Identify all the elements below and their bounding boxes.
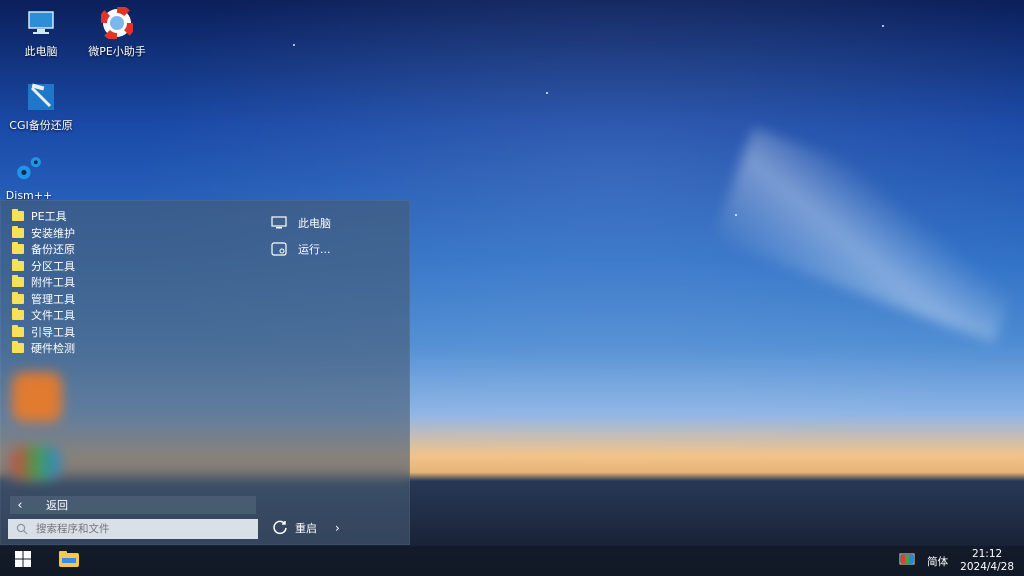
folder-label: 分区工具	[31, 259, 75, 273]
blurred-tile	[12, 446, 60, 480]
file-explorer-button[interactable]	[46, 546, 92, 576]
folder-label: PE工具	[31, 210, 67, 224]
folder-label: 备份还原	[31, 243, 75, 257]
desktop-icon-label: CGI备份还原	[9, 119, 73, 132]
folder-icon	[12, 291, 24, 304]
network-status-icon[interactable]	[899, 553, 915, 570]
folder-item-pe-tools[interactable]: PE工具	[12, 208, 75, 225]
desktop-icon-label: 此电脑	[24, 45, 58, 58]
desktop-icon-pe-helper[interactable]: 微PE小助手	[76, 6, 158, 59]
chevron-right-icon[interactable]: ›	[335, 521, 340, 535]
folder-icon	[12, 258, 24, 271]
start-menu: PE工具 安装维护 备份还原 分区工具 附件工具 管理工具 文件工具 引导工具	[0, 200, 410, 545]
folder-label: 安装维护	[31, 226, 75, 240]
start-button[interactable]	[0, 546, 46, 576]
clock[interactable]: 21:12 2024/4/28	[960, 548, 1014, 574]
wallpaper-star	[735, 214, 737, 216]
folder-item-partition[interactable]: 分区工具	[12, 258, 75, 275]
folder-label: 硬件检测	[31, 342, 75, 356]
program-folder-list: PE工具 安装维护 备份还原 分区工具 附件工具 管理工具 文件工具 引导工具	[12, 208, 75, 357]
back-label: 返回	[46, 499, 68, 512]
folder-icon	[12, 242, 24, 255]
restart-button[interactable]: 重启 ›	[272, 519, 340, 537]
folder-item-backup[interactable]: 备份还原	[12, 241, 75, 258]
lifebuoy-icon	[100, 6, 134, 40]
ime-indicator[interactable]: 简体	[927, 554, 948, 569]
folder-icon	[12, 308, 24, 321]
folder-icon	[12, 209, 24, 222]
quick-links: 此电脑 运行...	[270, 210, 331, 262]
search-icon	[8, 523, 36, 535]
desktop-icon-label: 微PE小助手	[88, 45, 146, 58]
run-icon	[270, 240, 288, 258]
search-input[interactable]	[36, 523, 236, 535]
computer-icon	[24, 6, 58, 40]
folder-item-hardware[interactable]: 硬件检测	[12, 340, 75, 357]
quick-link-label: 此电脑	[298, 217, 331, 230]
folder-icon	[12, 324, 24, 337]
windows-logo-icon	[14, 550, 32, 572]
folder-icon	[12, 225, 24, 238]
desktop-icon-this-pc[interactable]: 此电脑	[0, 6, 82, 59]
folder-icon	[12, 341, 24, 354]
quick-link-label: 运行...	[298, 243, 331, 256]
restart-label: 重启	[295, 522, 317, 535]
cgi-backup-icon	[24, 80, 58, 114]
chevron-left-icon: ‹	[17, 497, 23, 513]
back-button[interactable]: ‹ 返回	[10, 496, 256, 514]
wallpaper-star	[293, 44, 295, 46]
folder-label: 文件工具	[31, 309, 75, 323]
folder-item-boot[interactable]: 引导工具	[12, 324, 75, 341]
folder-icon	[12, 275, 24, 288]
gears-icon	[12, 152, 46, 186]
clock-date: 2024/4/28	[960, 561, 1014, 573]
quick-link-run[interactable]: 运行...	[270, 236, 331, 262]
restart-icon	[272, 519, 290, 537]
system-tray: 简体 21:12 2024/4/28	[899, 546, 1014, 576]
clock-time: 21:12	[971, 548, 1003, 560]
search-box[interactable]	[8, 519, 258, 539]
blurred-tile	[12, 372, 62, 422]
quick-link-this-pc[interactable]: 此电脑	[270, 210, 331, 236]
desktop-icon-cgi[interactable]: CGI备份还原	[0, 80, 82, 133]
folder-label: 引导工具	[31, 325, 75, 339]
folder-item-accessories[interactable]: 附件工具	[12, 274, 75, 291]
folder-item-management[interactable]: 管理工具	[12, 291, 75, 308]
computer-icon	[270, 214, 288, 232]
taskbar: 简体 21:12 2024/4/28	[0, 546, 1024, 576]
folder-item-install[interactable]: 安装维护	[12, 225, 75, 242]
wallpaper-star	[546, 92, 548, 94]
folder-label: 附件工具	[31, 276, 75, 290]
wallpaper-star	[882, 25, 884, 27]
desktop-icon-dism[interactable]: Dism++	[0, 152, 70, 202]
folder-label: 管理工具	[31, 292, 75, 306]
folder-item-file-tools[interactable]: 文件工具	[12, 307, 75, 324]
file-explorer-icon	[58, 550, 80, 572]
